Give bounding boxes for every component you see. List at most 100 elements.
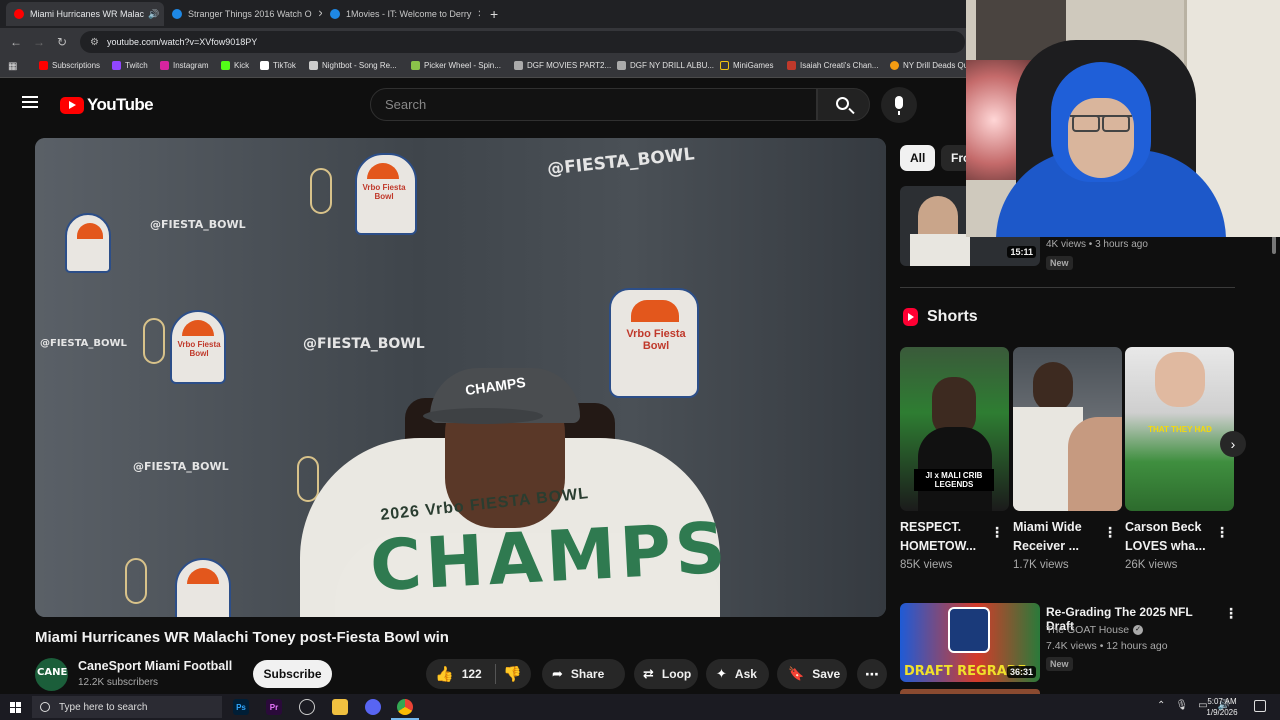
chevron-right-icon: ›: [1230, 436, 1236, 452]
search-icon: [836, 97, 849, 110]
bookmark-label: DGF NY DRILL ALBU...: [630, 61, 715, 70]
more-actions-button[interactable]: ⋯: [857, 659, 887, 689]
bookmark-isaiah[interactable]: Isaiah Creati's Chan...: [787, 61, 878, 70]
more-vertical-icon[interactable]: ⋮: [1103, 524, 1117, 541]
bookmark-label: Nightbot - Song Re...: [322, 61, 397, 70]
fiesta-bowl-badge: Vrbo Fiesta Bowl: [170, 310, 226, 384]
short-title[interactable]: Carson Beck LOVES wha...: [1125, 518, 1215, 556]
short-views: 1.7K views: [1013, 559, 1069, 571]
premiere-icon[interactable]: Pr: [266, 699, 282, 715]
forward-arrow-icon[interactable]: →: [33, 35, 45, 49]
bookmark-dgf-drill[interactable]: DGF NY DRILL ALBU...: [617, 61, 714, 70]
windows-taskbar: Type here to search Ps Pr ⌃ 🎙 ▭ 🔊 5:07 A…: [0, 694, 1280, 720]
voice-search-button[interactable]: [881, 87, 917, 123]
tab-stranger-things[interactable]: Stranger Things 2016 Watch O ✕: [164, 2, 322, 26]
loop-button[interactable]: ⇄ Loop: [634, 659, 698, 689]
url-field[interactable]: ⚙ youtube.com/watch?v=XVfow9018PY: [80, 31, 965, 53]
new-badge: New: [1046, 256, 1073, 270]
video-thumbnail[interactable]: DRAFT REGRADE 36:31: [900, 603, 1040, 682]
subscribe-button[interactable]: Subscribe: [253, 660, 332, 688]
more-horizontal-icon: ⋯: [865, 665, 879, 682]
channel-avatar[interactable]: CANE: [35, 658, 68, 691]
channel-name[interactable]: The GOAT House ✓: [1046, 624, 1144, 636]
bookmark-subscriptions[interactable]: Subscriptions: [39, 61, 100, 70]
fiesta-bowl-badge: [65, 213, 111, 273]
short-title[interactable]: Miami Wide Receiver ...: [1013, 518, 1103, 556]
youtube-logo[interactable]: YouTube: [60, 95, 154, 115]
search-icon: [40, 702, 50, 712]
bookmark-picker-wheel[interactable]: Picker Wheel - Spin...: [411, 61, 501, 70]
tab-title: Stranger Things 2016 Watch O: [188, 9, 312, 19]
bookmark-kick[interactable]: Kick: [221, 61, 249, 70]
short-thumbnail[interactable]: [1013, 347, 1122, 511]
save-button[interactable]: 🔖 Save: [777, 659, 847, 689]
windows-start-icon[interactable]: [10, 702, 21, 713]
more-vertical-icon[interactable]: ⋮: [990, 524, 1004, 541]
new-badge: New: [1046, 657, 1073, 671]
taskbar-clock[interactable]: 5:07 AM 1/9/2026: [1196, 696, 1248, 718]
site-info-icon[interactable]: ⚙: [90, 37, 99, 48]
nfl-draft-logo: [948, 607, 990, 653]
short-title[interactable]: RESPECT. HOMETOW...: [900, 518, 990, 556]
new-tab-button[interactable]: +: [482, 2, 504, 26]
bookmark-minigames[interactable]: MiniGames: [720, 61, 773, 70]
hamburger-menu-icon[interactable]: [22, 96, 38, 108]
close-tab-icon[interactable]: ✕: [471, 9, 480, 20]
thumbs-up-icon: 👍: [435, 666, 454, 683]
tab-1movies[interactable]: 1Movies - IT: Welcome to Derry ✕: [322, 2, 480, 26]
close-tab-icon[interactable]: ✕: [312, 9, 322, 20]
file-explorer-icon[interactable]: [332, 699, 348, 715]
microphone-icon[interactable]: 🎙: [1175, 700, 1188, 711]
chip-all[interactable]: All: [900, 145, 936, 171]
chevron-up-icon[interactable]: ⌃: [1157, 700, 1165, 711]
short-thumbnail[interactable]: THAT THEY HAD: [1125, 347, 1234, 511]
back-arrow-icon[interactable]: ←: [10, 35, 22, 49]
search-input[interactable]: [385, 97, 816, 112]
video-meta: 4K views • 3 hours ago: [1046, 239, 1148, 250]
photoshop-icon[interactable]: Ps: [233, 699, 249, 715]
bookmark-nightbot[interactable]: Nightbot - Song Re...: [309, 61, 397, 70]
video-duration: 36:31: [1006, 666, 1036, 678]
playoff-trophy-icon: [143, 318, 165, 364]
wheel-icon: [411, 61, 420, 70]
bookmark-label: Kick: [234, 61, 250, 70]
bookmark-twitch[interactable]: Twitch: [112, 61, 148, 70]
shorts-next-button[interactable]: ›: [1220, 431, 1246, 457]
notification-icon[interactable]: [1254, 700, 1266, 712]
bookmark-instagram[interactable]: Instagram: [160, 61, 209, 70]
bookmark-dgf-movies[interactable]: DGF MOVIES PART2...: [514, 61, 611, 70]
bookmark-tiktok[interactable]: TikTok: [260, 61, 296, 70]
share-button[interactable]: ➦ Share: [542, 659, 625, 689]
search-button[interactable]: [817, 88, 870, 121]
apps-grid-icon[interactable]: ▦: [8, 61, 17, 72]
youtube-play-icon: [60, 96, 84, 114]
ask-button[interactable]: ✦ Ask: [706, 659, 769, 689]
bookmark-label: Picker Wheel - Spin...: [424, 61, 501, 70]
tab-youtube-video[interactable]: Miami Hurricanes WR Malac 🔊 ✕: [6, 2, 164, 26]
avatar-text: CANE: [37, 667, 68, 678]
channel-name[interactable]: CaneSport Miami Football: [78, 659, 232, 673]
video-player[interactable]: @FIESTA_BOWL @FIESTA_BOWL @FIESTA_BOWL @…: [35, 138, 886, 617]
thumbs-down-icon: 👎: [503, 666, 522, 683]
fiesta-bowl-badge: [175, 558, 231, 617]
like-button[interactable]: 👍 122: [435, 665, 482, 683]
verified-check-icon: ✓: [1133, 625, 1144, 635]
video-duration: 15:11: [1007, 246, 1036, 258]
tab-title: 1Movies - IT: Welcome to Derry: [346, 9, 472, 19]
discord-icon[interactable]: [365, 699, 381, 715]
chrome-icon[interactable]: [397, 699, 413, 715]
short-thumbnail[interactable]: JI x MALI CRIB LEGENDS: [900, 347, 1009, 511]
reload-icon[interactable]: ↻: [57, 35, 67, 49]
page-icon: [617, 61, 626, 70]
taskbar-search[interactable]: Type here to search: [32, 696, 222, 718]
bookmark-ny-drill[interactable]: NY Drill Deads Qu: [890, 61, 968, 70]
divider: [900, 287, 1235, 288]
playoff-trophy-icon: [125, 558, 147, 604]
more-vertical-icon[interactable]: ⋮: [1224, 605, 1238, 622]
more-vertical-icon[interactable]: ⋮: [1215, 524, 1229, 541]
obs-icon[interactable]: [299, 699, 315, 715]
thumbnail-person: [1033, 362, 1073, 412]
audio-playing-icon[interactable]: 🔊: [148, 9, 159, 20]
dislike-button[interactable]: 👎: [503, 665, 522, 683]
page-scrollbar[interactable]: [1272, 236, 1276, 254]
